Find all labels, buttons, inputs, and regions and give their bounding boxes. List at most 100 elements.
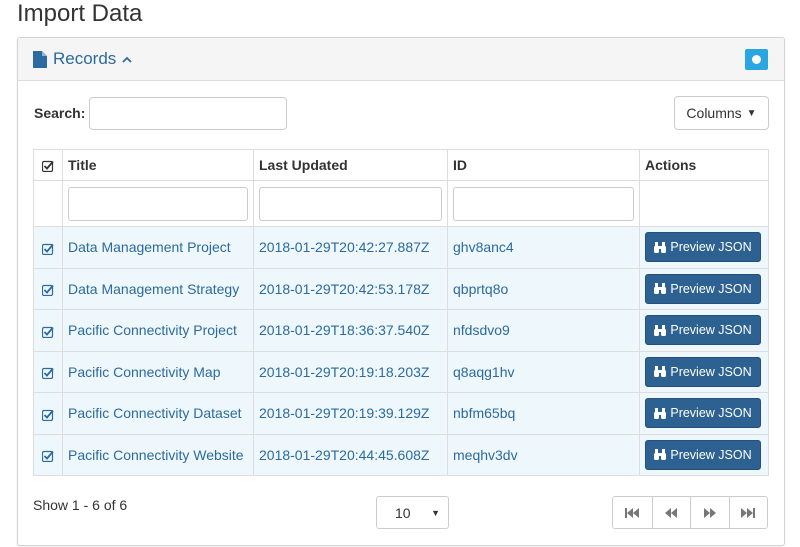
row-id: nfdsdvo9 [447, 309, 640, 352]
first-page-icon [625, 507, 640, 518]
row-title[interactable]: Pacific Connectivity Dataset [62, 392, 254, 435]
preview-json-button[interactable]: Preview JSON [645, 232, 761, 263]
checkbox-checked-icon [42, 161, 54, 173]
checkbox-checked-icon [42, 326, 54, 338]
row-checkbox[interactable] [33, 309, 63, 352]
columns-button[interactable]: Columns ▼ [674, 96, 769, 130]
row-last-updated: 2018-01-29T20:19:39.129Z [253, 392, 448, 435]
row-title[interactable]: Pacific Connectivity Project [62, 309, 254, 352]
row-last-updated: 2018-01-29T18:36:37.540Z [253, 309, 448, 352]
preview-json-button[interactable]: Preview JSON [645, 356, 761, 387]
pagination [612, 496, 768, 529]
preview-json-label: Preview JSON [670, 447, 752, 462]
page-title: Import Data [17, 0, 143, 27]
first-page-button[interactable] [613, 497, 652, 528]
binoculars-icon [654, 366, 667, 378]
row-actions: Preview JSON [639, 433, 769, 476]
column-header-title[interactable]: Title [62, 149, 254, 181]
table-row[interactable]: Pacific Connectivity Dataset 2018-01-29T2… [33, 392, 769, 435]
page-size-select[interactable]: 10 ▼ [376, 496, 449, 529]
records-panel: Records Search: Columns ▼ Title Last Upd… [17, 37, 785, 546]
last-updated-filter-input[interactable] [259, 186, 442, 221]
page-size-value: 10 [395, 504, 411, 521]
previous-page-icon [665, 507, 678, 518]
row-title[interactable]: Pacific Connectivity Map [62, 350, 254, 393]
select-all-checkbox[interactable] [33, 149, 63, 181]
binoculars-icon [654, 449, 667, 461]
id-filter-input[interactable] [453, 186, 634, 221]
file-icon [33, 50, 47, 68]
record-count-text: Show 1 - 6 of 6 [33, 497, 128, 513]
table-row[interactable]: Data Management Project 2018-01-29T20:42:… [33, 226, 769, 269]
row-title[interactable]: Data Management Project [62, 226, 254, 269]
column-header-id[interactable]: ID [447, 149, 640, 181]
table-row[interactable]: Pacific Connectivity Map 2018-01-29T20:19… [33, 350, 769, 393]
row-actions: Preview JSON [639, 309, 769, 352]
next-page-icon [703, 507, 716, 518]
search-label: Search: [34, 105, 86, 121]
table-row[interactable]: Pacific Connectivity Project 2018-01-29T1… [33, 309, 769, 352]
panel-heading: Records [18, 38, 784, 81]
row-title[interactable]: Data Management Strategy [62, 267, 254, 310]
row-checkbox[interactable] [33, 226, 63, 269]
column-header-last-updated[interactable]: Last Updated [253, 149, 448, 181]
binoculars-icon [654, 283, 667, 295]
row-last-updated: 2018-01-29T20:19:18.203Z [253, 350, 448, 393]
binoculars-icon [654, 407, 667, 419]
row-checkbox[interactable] [33, 267, 63, 310]
records-table: Title Last Updated ID Actions Data Manag… [33, 149, 769, 476]
preview-json-button[interactable]: Preview JSON [645, 273, 761, 304]
chevron-up-icon [122, 52, 132, 66]
caret-down-icon: ▼ [746, 107, 757, 119]
table-row[interactable]: Pacific Connectivity Website 2018-01-29T2… [33, 433, 769, 476]
table-header-row: Title Last Updated ID Actions [33, 149, 769, 181]
checkbox-checked-icon [42, 284, 54, 297]
row-checkbox[interactable] [33, 392, 63, 435]
row-actions: Preview JSON [639, 267, 769, 310]
preview-json-label: Preview JSON [670, 240, 752, 255]
row-checkbox[interactable] [33, 350, 63, 393]
row-id: nbfm65bq [447, 392, 640, 435]
row-actions: Preview JSON [639, 392, 769, 435]
filter-cell-empty [639, 180, 769, 227]
columns-button-label: Columns [686, 105, 742, 121]
last-page-button[interactable] [728, 497, 767, 528]
preview-json-button[interactable]: Preview JSON [645, 315, 761, 346]
row-id: ghv8anc4 [447, 226, 640, 269]
column-header-actions: Actions [639, 149, 769, 181]
row-id: meqhv3dv [447, 433, 640, 476]
checkbox-checked-icon [42, 409, 54, 421]
preview-json-label: Preview JSON [670, 364, 752, 379]
caret-down-icon: ▼ [431, 508, 440, 518]
preview-json-button[interactable]: Preview JSON [645, 398, 761, 429]
filter-row [33, 180, 769, 227]
circle-icon [752, 55, 761, 64]
row-actions: Preview JSON [639, 226, 769, 269]
row-title[interactable]: Pacific Connectivity Website [62, 433, 254, 476]
row-id: qbprtq8o [447, 267, 640, 310]
preview-json-label: Preview JSON [670, 406, 752, 421]
preview-json-label: Preview JSON [670, 281, 752, 296]
records-collapse-toggle[interactable]: Records [33, 49, 132, 69]
binoculars-icon [654, 241, 667, 253]
preview-json-label: Preview JSON [670, 323, 752, 338]
filter-cell-empty [33, 180, 63, 227]
search-input[interactable] [89, 97, 287, 130]
row-last-updated: 2018-01-29T20:42:27.887Z [253, 226, 448, 269]
table-row[interactable]: Data Management Strategy 2018-01-29T20:42… [33, 267, 769, 310]
checkbox-checked-icon [42, 243, 54, 255]
preview-json-button[interactable]: Preview JSON [645, 439, 761, 470]
title-filter-input[interactable] [68, 186, 248, 221]
row-id: q8aqg1hv [447, 350, 640, 393]
row-checkbox[interactable] [33, 433, 63, 476]
last-page-icon [741, 507, 756, 518]
checkbox-checked-icon [42, 367, 54, 380]
panel-title: Records [53, 49, 117, 68]
binoculars-icon [654, 324, 667, 336]
row-actions: Preview JSON [639, 350, 769, 393]
next-page-button[interactable] [690, 497, 729, 528]
toggle-button[interactable] [745, 49, 768, 70]
checkbox-checked-icon [42, 450, 54, 463]
row-last-updated: 2018-01-29T20:44:45.608Z [253, 433, 448, 476]
previous-page-button[interactable] [651, 497, 690, 528]
